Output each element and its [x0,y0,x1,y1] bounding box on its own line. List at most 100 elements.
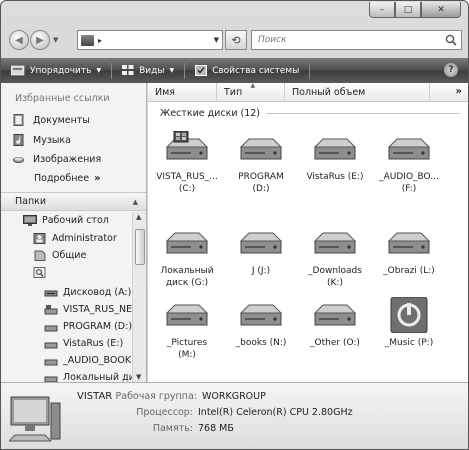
column-header-total-size[interactable]: Полный объем [285,83,430,102]
detail-row-workgroup: Рабочая группа: WORKGROUP [35,391,266,402]
drive-item[interactable]: J (J:) [224,225,298,277]
favorite-link-label: Документы [33,114,90,126]
tree-item-label: PROGRAM (D:) [63,321,132,332]
help-button[interactable]: ? [444,63,458,77]
tree-item-drive-e[interactable]: VistaRus (E:) [44,338,123,349]
system-properties-button[interactable]: Свойства системы [195,65,299,76]
favorite-link-music[interactable]: Музыка [13,134,71,146]
favorite-link-label: Музыка [33,134,71,146]
refresh-button[interactable]: ⟲ [225,30,247,50]
favorite-link-pictures[interactable]: Изображения [13,153,101,165]
drive-label-line2: (C:) [178,184,196,194]
drive-item[interactable]: _Other (O:) [298,297,372,349]
group-divider [266,113,460,114]
drive-item[interactable]: _Downloads (K:) [298,225,372,289]
group-header-hard-drives[interactable]: Жесткие диски (12) [160,108,460,119]
organize-icon [11,65,25,76]
tree-item-label: VistaRus (E:) [63,338,124,349]
column-header-name[interactable]: Имя [148,83,217,102]
tree-item-label: _AUDIO_BOOK [63,355,132,366]
tree-item-search[interactable] [33,267,52,278]
folder-tree-scrollbar[interactable]: ▲ ▼ [132,212,146,382]
toolbar-separator [184,62,186,79]
maximize-button[interactable]: □ [395,2,421,18]
forward-button[interactable]: ▶ [30,30,50,50]
details-pane: VISTAR Рабочая группа: WORKGROUP Процесс… [1,382,468,449]
scroll-down-icon[interactable]: ▼ [136,373,141,381]
detail-value: 768 МБ [198,423,234,434]
drive-label-line1: Локальный [160,266,214,276]
drive-item[interactable]: _books (N:) [224,297,298,349]
scrollbar-thumb[interactable] [135,229,145,265]
documents-icon [13,114,24,126]
drive-item[interactable]: PROGRAM (D:) [224,131,298,195]
folders-title: Папки [15,196,47,207]
favorite-link-documents[interactable]: Документы [13,114,90,126]
address-dropdown-icon[interactable]: ▼ [214,36,219,44]
tree-item-label: Общие [52,250,87,261]
system-drive-icon [165,131,209,160]
drive-label-line1: _books (N:) [235,338,287,348]
tree-item-drive-d[interactable]: PROGRAM (D:) [44,321,132,332]
drive-item[interactable]: _AUDIO_BO... (F:) [372,131,446,195]
address-bar[interactable]: ▸ ▼ [77,30,223,50]
close-button[interactable]: ✕ [421,2,461,18]
organize-button[interactable]: Упорядочить ▼ [11,65,101,76]
navigation-buttons: ◀ ▶ ▼ [9,30,58,50]
drive-item[interactable]: _Obrazi (L:) [372,225,446,277]
pictures-icon [13,156,24,164]
desktop-icon [23,215,37,226]
tree-item-desktop[interactable]: Рабочий стол [23,215,109,226]
search-icon[interactable] [445,34,457,46]
favorite-links-title: Избранные ссылки [15,93,110,104]
tree-item-administrator[interactable]: Administrator [33,233,117,244]
tree-item-floppy-a[interactable]: Дисковод (A:) [44,287,131,298]
computer-icon [81,34,94,46]
minimize-button[interactable]: – [369,2,395,18]
tree-item-label: Дисковод (A:) [63,287,132,298]
drive-item[interactable]: VISTA_RUS_... (C:) [150,131,224,195]
tree-item-label: VISTA_RUS_NE [63,304,132,315]
views-button[interactable]: Виды ▼ [122,65,174,76]
tree-item-public[interactable]: Общие [33,250,86,261]
drive-label-line2: (F:) [401,184,417,194]
drive-item[interactable]: _Pictures (M:) [150,297,224,361]
tree-item-drive-f[interactable]: _AUDIO_BOOK [44,355,131,366]
toolbar-separator [309,62,311,79]
recent-pages-dropdown-icon[interactable]: ▼ [53,36,58,44]
file-list-pane: Имя ▲ Тип Полный объем » Жесткие диски (… [148,82,468,382]
column-header-type[interactable]: ▲ Тип [217,82,285,102]
more-links-button[interactable]: Подробнее » [34,173,101,184]
organize-label: Упорядочить [30,65,92,76]
drive-item[interactable]: VistaRus (E:) [298,131,372,183]
drive-label-line1: _Obrazi (L:) [383,266,435,276]
drive-icon [387,138,431,160]
drive-item[interactable]: _Music (P:) [372,297,446,349]
public-folder-icon [34,250,46,261]
tree-item-drive-c[interactable]: VISTA_RUS_NE [44,304,132,315]
search-input[interactable]: Поиск [251,30,462,50]
refresh-icon: ⟲ [231,33,241,47]
drive-label-line1: PROGRAM [238,172,284,182]
tree-item-drive-g[interactable]: Локальный ди [44,372,132,382]
folders-header[interactable]: Папки ▲ [1,192,146,211]
column-header-label: Полный объем [292,87,366,98]
drive-icon [239,232,283,254]
user-folder-icon [33,233,46,244]
drive-label-line1: VistaRus (E:) [306,172,364,182]
tree-item-label: Рабочий стол [42,215,109,226]
command-toolbar: Упорядочить ▼ Виды ▼ Свойства системы ? [1,58,468,83]
column-header-label: Имя [155,87,175,98]
drive-item[interactable]: Локальный диск (G:) [150,225,224,289]
back-button[interactable]: ◀ [9,30,29,50]
folder-tree: Рабочий стол Administrator Общие Дисково… [1,212,132,382]
detail-row-processor: Процессор: Intel(R) Celeron(R) CPU 2.80G… [81,407,352,418]
detail-label: Процессор: [136,407,193,418]
more-columns-icon[interactable]: » [456,86,462,97]
scroll-up-icon[interactable]: ▲ [136,213,141,221]
music-icon [13,134,24,146]
chevron-right-icon: » [94,173,101,184]
explorer-window: – □ ✕ ◀ ▶ ▼ ▸ ▼ ⟲ Поиск Упорядочить ▼ Ви… [0,0,469,450]
more-links-label: Подробнее [34,173,90,184]
breadcrumb-arrow-icon[interactable]: ▸ [98,36,102,45]
